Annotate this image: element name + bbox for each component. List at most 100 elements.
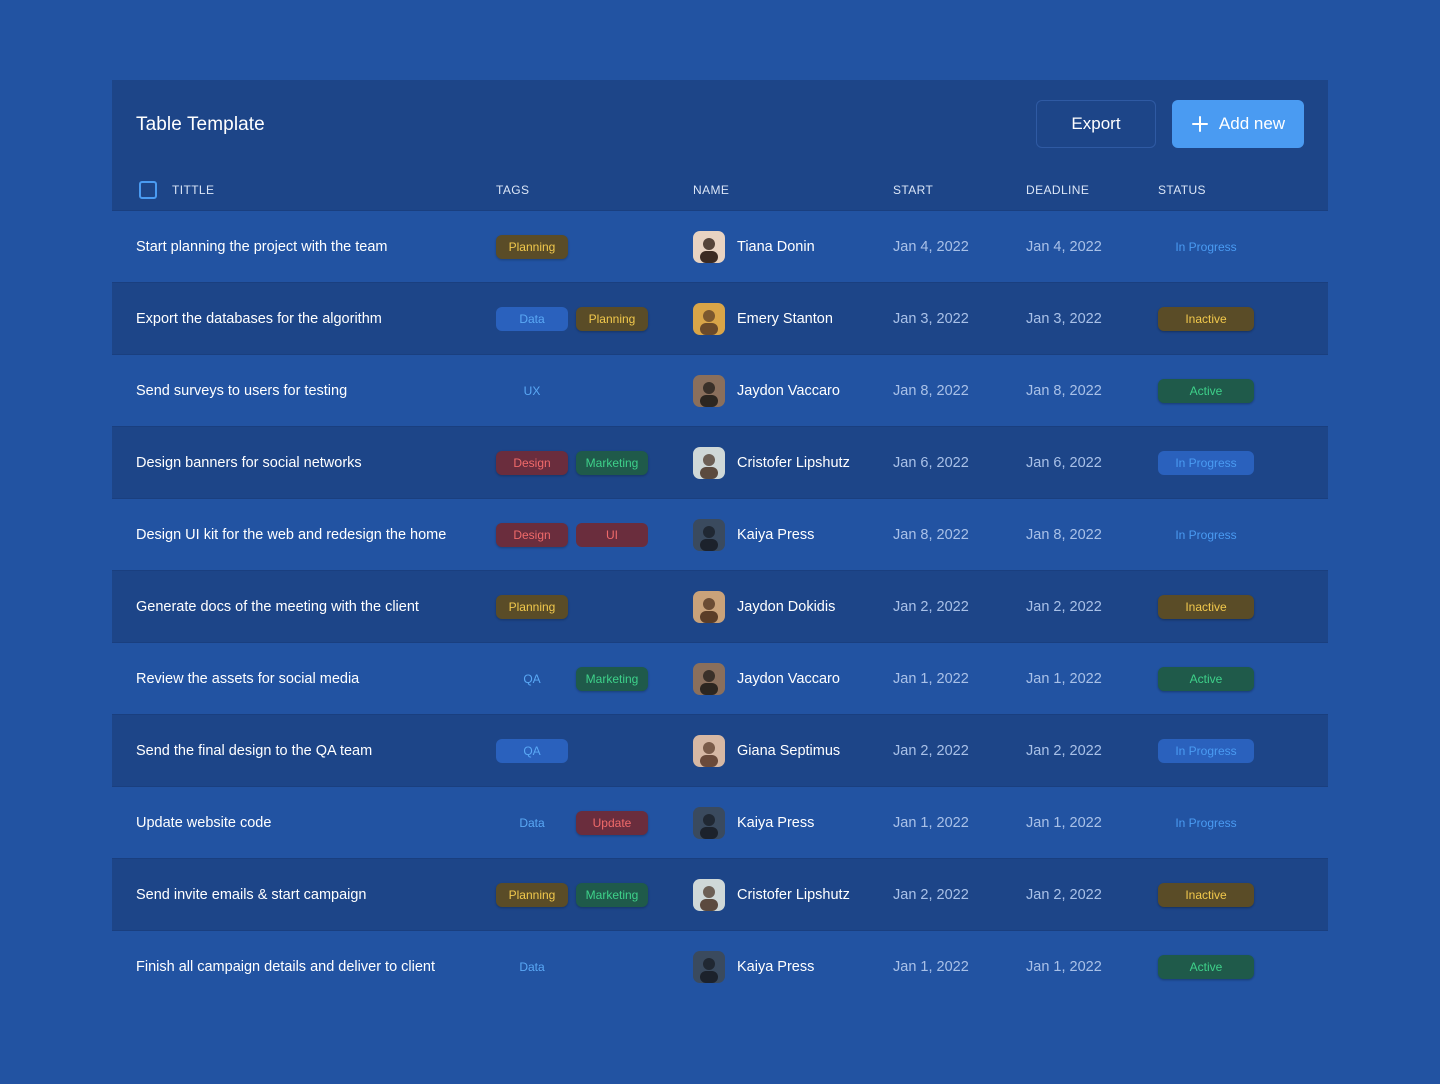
table-row[interactable]: Update website code Data Update Kaiya Press… [112,786,1328,858]
tag-badge[interactable]: Data [496,307,568,331]
add-new-button[interactable]: Add new [1172,100,1304,148]
row-title: Send invite emails & start campaign [136,887,367,903]
row-deadline-date: Jan 8, 2022 [1026,383,1102,399]
status-badge[interactable]: Inactive [1158,883,1254,907]
row-deadline-date: Jan 1, 2022 [1026,815,1102,831]
table-card: Table Template Export Add new TITTLE TAG… [112,80,1328,1002]
table-row[interactable]: Send the final design to the QA team QA Gi… [112,714,1328,786]
status-badge[interactable]: Active [1158,379,1254,403]
column-header-status[interactable]: STATUS [1158,183,1206,197]
status-badge[interactable]: Active [1158,667,1254,691]
export-button[interactable]: Export [1036,100,1156,148]
tag-badge[interactable]: Planning [496,595,568,619]
row-deadline-date: Jan 6, 2022 [1026,455,1102,471]
table-row[interactable]: Send invite emails & start campaign Plann… [112,858,1328,930]
tag-badge[interactable]: Planning [496,235,568,259]
add-new-label: Add new [1218,114,1286,133]
avatar [693,663,725,695]
row-title: Start planning the project with the team [136,239,388,255]
status-badge[interactable]: In Progress [1158,451,1254,475]
status-badge[interactable]: In Progress [1158,235,1254,259]
table-row[interactable]: Finish all campaign details and deliver … [112,930,1328,1002]
avatar [693,879,725,911]
row-deadline-date: Jan 2, 2022 [1026,599,1102,615]
row-deadline-date: Jan 4, 2022 [1026,239,1102,255]
avatar [693,303,725,335]
table-header: Table Template Export Add new TITTLE TAG… [112,80,1328,210]
tag-badge[interactable]: Design [496,523,568,547]
tag-badge[interactable]: Marketing [576,667,648,691]
status-badge[interactable]: In Progress [1158,739,1254,763]
table-row[interactable]: Design banners for social networks Design… [112,426,1328,498]
status-badge[interactable]: In Progress [1158,811,1254,835]
status-badge[interactable]: Active [1158,955,1254,979]
column-header-tags[interactable]: TAGS [496,183,529,197]
row-title: Generate docs of the meeting with the cl… [136,599,419,615]
avatar [693,951,725,983]
tag-badge[interactable]: UI [576,523,648,547]
column-header-start[interactable]: START [893,183,933,197]
row-title: Review the assets for social media [136,671,360,687]
row-name: Kaiya Press [737,815,815,831]
row-deadline-date: Jan 2, 2022 [1026,887,1102,903]
row-title: Export the databases for the algorithm [136,311,382,327]
row-title: Send the final design to the QA team [136,743,373,759]
avatar [693,807,725,839]
table-row[interactable]: Send surveys to users for testing UX Jaydo… [112,354,1328,426]
tag-badge[interactable]: Data [496,811,568,835]
tag-badge[interactable]: Update [576,811,648,835]
row-start-date: Jan 8, 2022 [893,527,969,543]
row-start-date: Jan 2, 2022 [893,887,969,903]
row-deadline-date: Jan 1, 2022 [1026,959,1102,975]
status-badge[interactable]: In Progress [1158,523,1254,547]
table-row[interactable]: Design UI kit for the web and redesign t… [112,498,1328,570]
page-title: Table Template [136,114,265,135]
tag-badge[interactable]: Data [496,955,568,979]
tag-badge[interactable]: Design [496,451,568,475]
row-name: Jaydon Dokidis [737,599,836,615]
row-start-date: Jan 1, 2022 [893,959,969,975]
row-name: Kaiya Press [737,527,815,543]
tag-badge[interactable]: Marketing [576,883,648,907]
row-name: Kaiya Press [737,959,815,975]
column-header-deadline[interactable]: DEADLINE [1026,183,1089,197]
row-name: Cristofer Lipshutz [737,887,850,903]
tag-badge[interactable]: QA [496,667,568,691]
avatar [693,231,725,263]
row-title: Design UI kit for the web and redesign t… [136,527,447,543]
avatar [693,375,725,407]
column-header-title[interactable]: TITTLE [172,183,214,197]
tag-badge[interactable]: Marketing [576,451,648,475]
row-name: Jaydon Vaccaro [737,671,840,687]
select-all-checkbox[interactable] [139,181,157,199]
row-start-date: Jan 8, 2022 [893,383,969,399]
row-name: Emery Stanton [737,311,833,327]
table-row[interactable]: Export the databases for the algorithm Da… [112,282,1328,354]
row-deadline-date: Jan 3, 2022 [1026,311,1102,327]
status-badge[interactable]: Inactive [1158,307,1254,331]
row-title: Update website code [136,815,272,831]
table-row[interactable]: Start planning the project with the team… [112,210,1328,282]
row-start-date: Jan 1, 2022 [893,815,969,831]
tag-badge[interactable]: QA [496,739,568,763]
tag-badge[interactable]: UX [496,379,568,403]
row-deadline-date: Jan 1, 2022 [1026,671,1102,687]
row-title: Finish all campaign details and deliver … [136,959,436,975]
row-title: Send surveys to users for testing [136,383,348,399]
status-badge[interactable]: Inactive [1158,595,1254,619]
row-start-date: Jan 3, 2022 [893,311,969,327]
table-body: Start planning the project with the team… [112,210,1328,1002]
column-header-name[interactable]: NAME [693,183,729,197]
avatar [693,591,725,623]
table-row[interactable]: Generate docs of the meeting with the cl… [112,570,1328,642]
tag-badge[interactable]: Planning [576,307,648,331]
plus-icon [1191,116,1208,132]
table-row[interactable]: Review the assets for social media QA Mark… [112,642,1328,714]
row-start-date: Jan 1, 2022 [893,671,969,687]
row-deadline-date: Jan 8, 2022 [1026,527,1102,543]
row-name: Cristofer Lipshutz [737,455,850,471]
row-start-date: Jan 6, 2022 [893,455,969,471]
avatar [693,519,725,551]
tag-badge[interactable]: Planning [496,883,568,907]
row-start-date: Jan 4, 2022 [893,239,969,255]
